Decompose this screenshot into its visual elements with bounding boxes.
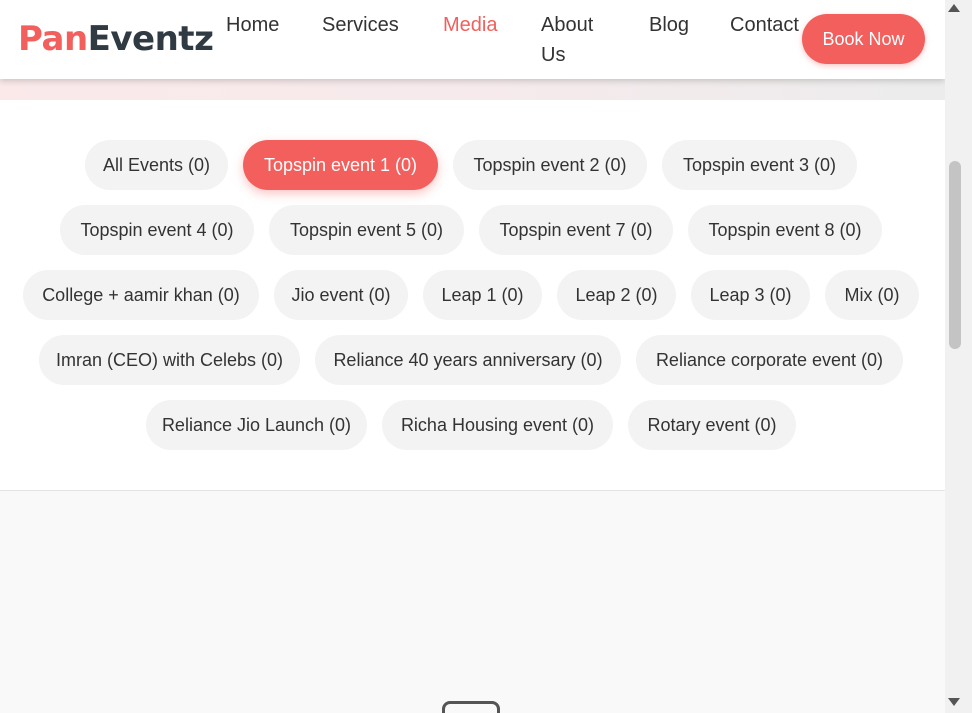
brand-logo-part2: Eventz	[87, 19, 214, 59]
filter-leap-2[interactable]: Leap 2 (0)	[557, 270, 676, 320]
filter-topspin-event-3[interactable]: Topspin event 3 (0)	[662, 140, 857, 190]
filter-college-aamir-khan[interactable]: College + aamir khan (0)	[23, 270, 259, 320]
event-filter-group: All Events (0) Topspin event 1 (0) Topsp…	[0, 100, 945, 490]
nav-contact[interactable]: Contact	[730, 10, 799, 40]
filter-all-events[interactable]: All Events (0)	[85, 140, 228, 190]
filter-topspin-event-4[interactable]: Topspin event 4 (0)	[60, 205, 254, 255]
filter-mix[interactable]: Mix (0)	[825, 270, 919, 320]
filter-topspin-event-7[interactable]: Topspin event 7 (0)	[479, 205, 673, 255]
filter-topspin-event-2[interactable]: Topspin event 2 (0)	[453, 140, 647, 190]
filter-reliance-corporate[interactable]: Reliance corporate event (0)	[636, 335, 903, 385]
filter-leap-1[interactable]: Leap 1 (0)	[423, 270, 542, 320]
nav-about-line2: Us	[541, 44, 566, 66]
nav-about-line1: About	[541, 14, 594, 36]
book-now-button[interactable]: Book Now	[802, 14, 925, 64]
filter-topspin-event-8[interactable]: Topspin event 8 (0)	[688, 205, 882, 255]
nav-about-us[interactable]: About Us	[541, 10, 593, 70]
scroll-top-tab[interactable]	[442, 701, 500, 713]
site-header: PanEventz Home Services Media About Us B…	[0, 0, 945, 79]
nav-blog[interactable]: Blog	[649, 10, 689, 40]
filter-reliance-jio-launch[interactable]: Reliance Jio Launch (0)	[146, 400, 367, 450]
filter-jio-event[interactable]: Jio event (0)	[274, 270, 408, 320]
hero-banner-edge	[0, 79, 945, 100]
filter-richa-housing[interactable]: Richa Housing event (0)	[382, 400, 613, 450]
gallery-area	[0, 491, 945, 713]
filter-leap-3[interactable]: Leap 3 (0)	[691, 270, 810, 320]
scrollbar-thumb[interactable]	[949, 161, 961, 349]
nav-home[interactable]: Home	[226, 10, 279, 40]
filter-reliance-40-years[interactable]: Reliance 40 years anniversary (0)	[315, 335, 621, 385]
filter-rotary-event[interactable]: Rotary event (0)	[628, 400, 796, 450]
filter-imran-ceo-celebs[interactable]: Imran (CEO) with Celebs (0)	[39, 335, 300, 385]
nav-services[interactable]: Services	[322, 10, 399, 40]
filter-topspin-event-1[interactable]: Topspin event 1 (0)	[243, 140, 438, 190]
page: PanEventz Home Services Media About Us B…	[0, 0, 945, 713]
brand-logo-part1: Pan	[18, 19, 88, 59]
nav-media[interactable]: Media	[443, 10, 497, 40]
brand-logo[interactable]: PanEventz	[18, 18, 214, 60]
filter-topspin-event-5[interactable]: Topspin event 5 (0)	[269, 205, 464, 255]
scrollbar-track[interactable]	[945, 0, 972, 713]
scroll-down-arrow-icon[interactable]	[948, 698, 960, 706]
scroll-up-arrow-icon[interactable]	[948, 4, 960, 12]
